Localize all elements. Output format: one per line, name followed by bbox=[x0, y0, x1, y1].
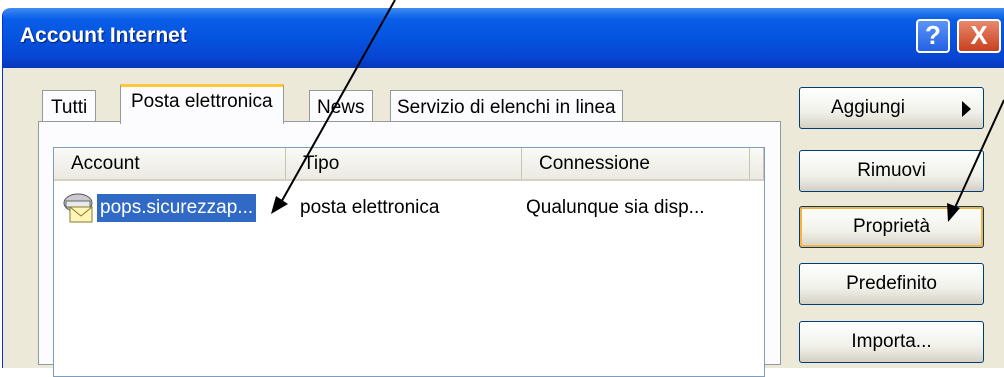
account-type: posta elettronica bbox=[300, 197, 440, 218]
properties-button[interactable]: Proprietà bbox=[799, 206, 984, 248]
column-header-tipo[interactable]: Tipo bbox=[286, 148, 522, 181]
tab-label: News bbox=[317, 97, 365, 118]
help-icon: ? bbox=[925, 20, 941, 50]
tab-label: Servizio di elenchi in linea bbox=[397, 97, 616, 118]
column-header-connessione[interactable]: Connessione bbox=[522, 148, 750, 181]
tab-news[interactable]: News bbox=[309, 90, 373, 122]
help-button[interactable]: ? bbox=[916, 19, 950, 53]
triangle-right-icon bbox=[962, 101, 971, 117]
column-label: Account bbox=[71, 153, 140, 174]
add-button[interactable]: Aggiungi bbox=[799, 87, 984, 129]
add-button-label: Aggiungi bbox=[831, 97, 905, 118]
accounts-list[interactable]: Account Tipo Connessione pops.sicurezzap… bbox=[53, 147, 765, 377]
mail-account-icon bbox=[63, 193, 93, 223]
column-label: Tipo bbox=[303, 153, 340, 174]
remove-button[interactable]: Rimuovi bbox=[799, 150, 984, 192]
remove-button-label: Rimuovi bbox=[857, 160, 926, 181]
import-button[interactable]: Importa... bbox=[799, 321, 984, 363]
tab-tutti[interactable]: Tutti bbox=[42, 90, 97, 122]
close-button[interactable]: X bbox=[957, 19, 1001, 53]
title-bar[interactable]: Account Internet ? X bbox=[3, 8, 1004, 68]
column-header-account[interactable]: Account bbox=[54, 148, 286, 181]
window-title: Account Internet bbox=[20, 24, 187, 47]
close-icon: X bbox=[970, 20, 988, 50]
default-button[interactable]: Predefinito bbox=[799, 263, 984, 305]
tab-label: Tutti bbox=[51, 97, 88, 118]
tab-panel: Account Tipo Connessione pops.sicurezzap… bbox=[38, 121, 781, 377]
account-name: pops.sicurezzap... bbox=[97, 194, 257, 222]
tab-servizio-elenchi[interactable]: Servizio di elenchi in linea bbox=[390, 90, 623, 122]
tab-label: Posta elettronica bbox=[131, 91, 273, 112]
default-button-label: Predefinito bbox=[846, 273, 937, 294]
account-connection: Qualunque sia disp... bbox=[526, 197, 705, 218]
properties-button-label: Proprietà bbox=[852, 216, 931, 237]
column-header-filler bbox=[750, 148, 764, 181]
import-button-label: Importa... bbox=[851, 331, 932, 352]
tab-posta-elettronica[interactable]: Posta elettronica bbox=[120, 84, 284, 124]
column-label: Connessione bbox=[539, 153, 650, 174]
